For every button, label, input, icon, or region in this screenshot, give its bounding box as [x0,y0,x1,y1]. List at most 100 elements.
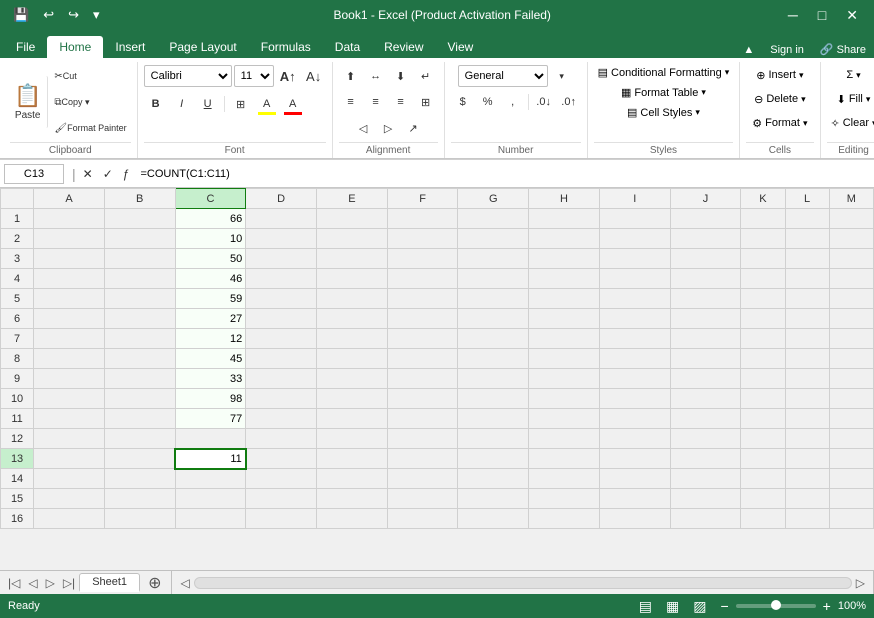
cell-b9[interactable] [104,369,175,389]
cell-b14[interactable] [104,469,175,489]
cell-e6[interactable] [317,309,388,329]
col-header-h[interactable]: H [529,189,600,209]
currency-btn[interactable]: $ [451,90,475,114]
cell-l8[interactable] [785,349,829,369]
col-header-d[interactable]: D [246,189,317,209]
sheet-nav-prev[interactable]: ◁ [24,576,41,590]
delete-cells-btn[interactable]: ⊖ Delete ▾ [748,88,812,110]
cell-h7[interactable] [529,329,600,349]
cell-g7[interactable] [458,329,529,349]
cell-e13[interactable] [317,449,388,469]
cell-j8[interactable] [670,349,741,369]
col-header-k[interactable]: K [741,189,785,209]
col-header-l[interactable]: L [785,189,829,209]
undo-quick-btn[interactable]: ↩ [38,5,59,25]
increase-decimal-btn[interactable]: .0↑ [557,90,581,114]
cell-d8[interactable] [246,349,317,369]
cell-j12[interactable] [670,429,741,449]
tab-file[interactable]: File [4,36,47,58]
tab-page-layout[interactable]: Page Layout [157,36,248,58]
cell-d12[interactable] [246,429,317,449]
cell-m10[interactable] [829,389,873,409]
cell-reference-box[interactable] [4,164,64,184]
cell-i14[interactable] [599,469,670,489]
cell-d5[interactable] [246,289,317,309]
percent-btn[interactable]: % [476,90,500,114]
cell-m12[interactable] [829,429,873,449]
align-top-btn[interactable]: ⬆ [339,64,363,88]
cell-k3[interactable] [741,249,785,269]
format-painter-button[interactable]: 🖌 Format Painter [50,116,130,140]
cell-f16[interactable] [387,509,458,529]
col-header-i[interactable]: I [599,189,670,209]
bold-button[interactable]: B [144,92,168,116]
grid-scroll-area[interactable]: A B C D E F G H I J K L M 1 [0,188,874,570]
cell-f1[interactable] [387,209,458,229]
sign-in-btn[interactable]: Sign in [762,42,812,58]
cell-c1[interactable]: 66 [175,209,246,229]
cell-k9[interactable] [741,369,785,389]
cell-l11[interactable] [785,409,829,429]
cell-f8[interactable] [387,349,458,369]
cell-a15[interactable] [34,489,105,509]
number-format-select[interactable]: General [458,65,548,87]
italic-button[interactable]: I [170,92,194,116]
cell-a5[interactable] [34,289,105,309]
cell-i3[interactable] [599,249,670,269]
cell-d4[interactable] [246,269,317,289]
h-scroll-left-btn[interactable]: ◁ [176,576,193,590]
fill-btn[interactable]: ⬇ Fill ▾ [833,88,874,110]
cell-b7[interactable] [104,329,175,349]
cell-h10[interactable] [529,389,600,409]
cell-l4[interactable] [785,269,829,289]
col-header-e[interactable]: E [317,189,388,209]
cell-c14[interactable] [175,469,246,489]
col-header-j[interactable]: J [670,189,741,209]
tab-data[interactable]: Data [323,36,372,58]
cell-j5[interactable] [670,289,741,309]
cell-c12[interactable] [175,429,246,449]
cell-i10[interactable] [599,389,670,409]
cell-g2[interactable] [458,229,529,249]
h-scroll-right-btn[interactable]: ▷ [852,576,869,590]
cell-a10[interactable] [34,389,105,409]
cell-e2[interactable] [317,229,388,249]
cell-i9[interactable] [599,369,670,389]
cell-c5[interactable]: 59 [175,289,246,309]
cell-e16[interactable] [317,509,388,529]
cell-a7[interactable] [34,329,105,349]
font-size-select[interactable]: 11 [234,65,274,87]
cell-a13[interactable] [34,449,105,469]
cell-f10[interactable] [387,389,458,409]
cell-g9[interactable] [458,369,529,389]
cell-e12[interactable] [317,429,388,449]
cell-k11[interactable] [741,409,785,429]
cell-i6[interactable] [599,309,670,329]
cell-e1[interactable] [317,209,388,229]
cell-l13[interactable] [785,449,829,469]
cell-d16[interactable] [246,509,317,529]
cell-h16[interactable] [529,509,600,529]
cell-d10[interactable] [246,389,317,409]
align-left-btn[interactable]: ≡ [339,90,363,114]
cell-i7[interactable] [599,329,670,349]
cell-j1[interactable] [670,209,741,229]
underline-button[interactable]: U [196,92,220,116]
cell-styles-btn[interactable]: ▤ Cell Styles ▾ [623,104,704,121]
merge-btn[interactable]: ⊞ [414,90,438,114]
cell-l10[interactable] [785,389,829,409]
cell-f15[interactable] [387,489,458,509]
cut-button[interactable]: ✂ Cut [50,64,130,88]
cell-h2[interactable] [529,229,600,249]
cell-h3[interactable] [529,249,600,269]
cell-e9[interactable] [317,369,388,389]
cell-i12[interactable] [599,429,670,449]
cell-j11[interactable] [670,409,741,429]
cell-b6[interactable] [104,309,175,329]
tab-review[interactable]: Review [372,36,435,58]
cell-h14[interactable] [529,469,600,489]
cell-b2[interactable] [104,229,175,249]
cell-i15[interactable] [599,489,670,509]
insert-cells-btn[interactable]: ⊕ Insert ▾ [750,64,809,86]
sheet-nav-first[interactable]: |◁ [4,576,24,590]
